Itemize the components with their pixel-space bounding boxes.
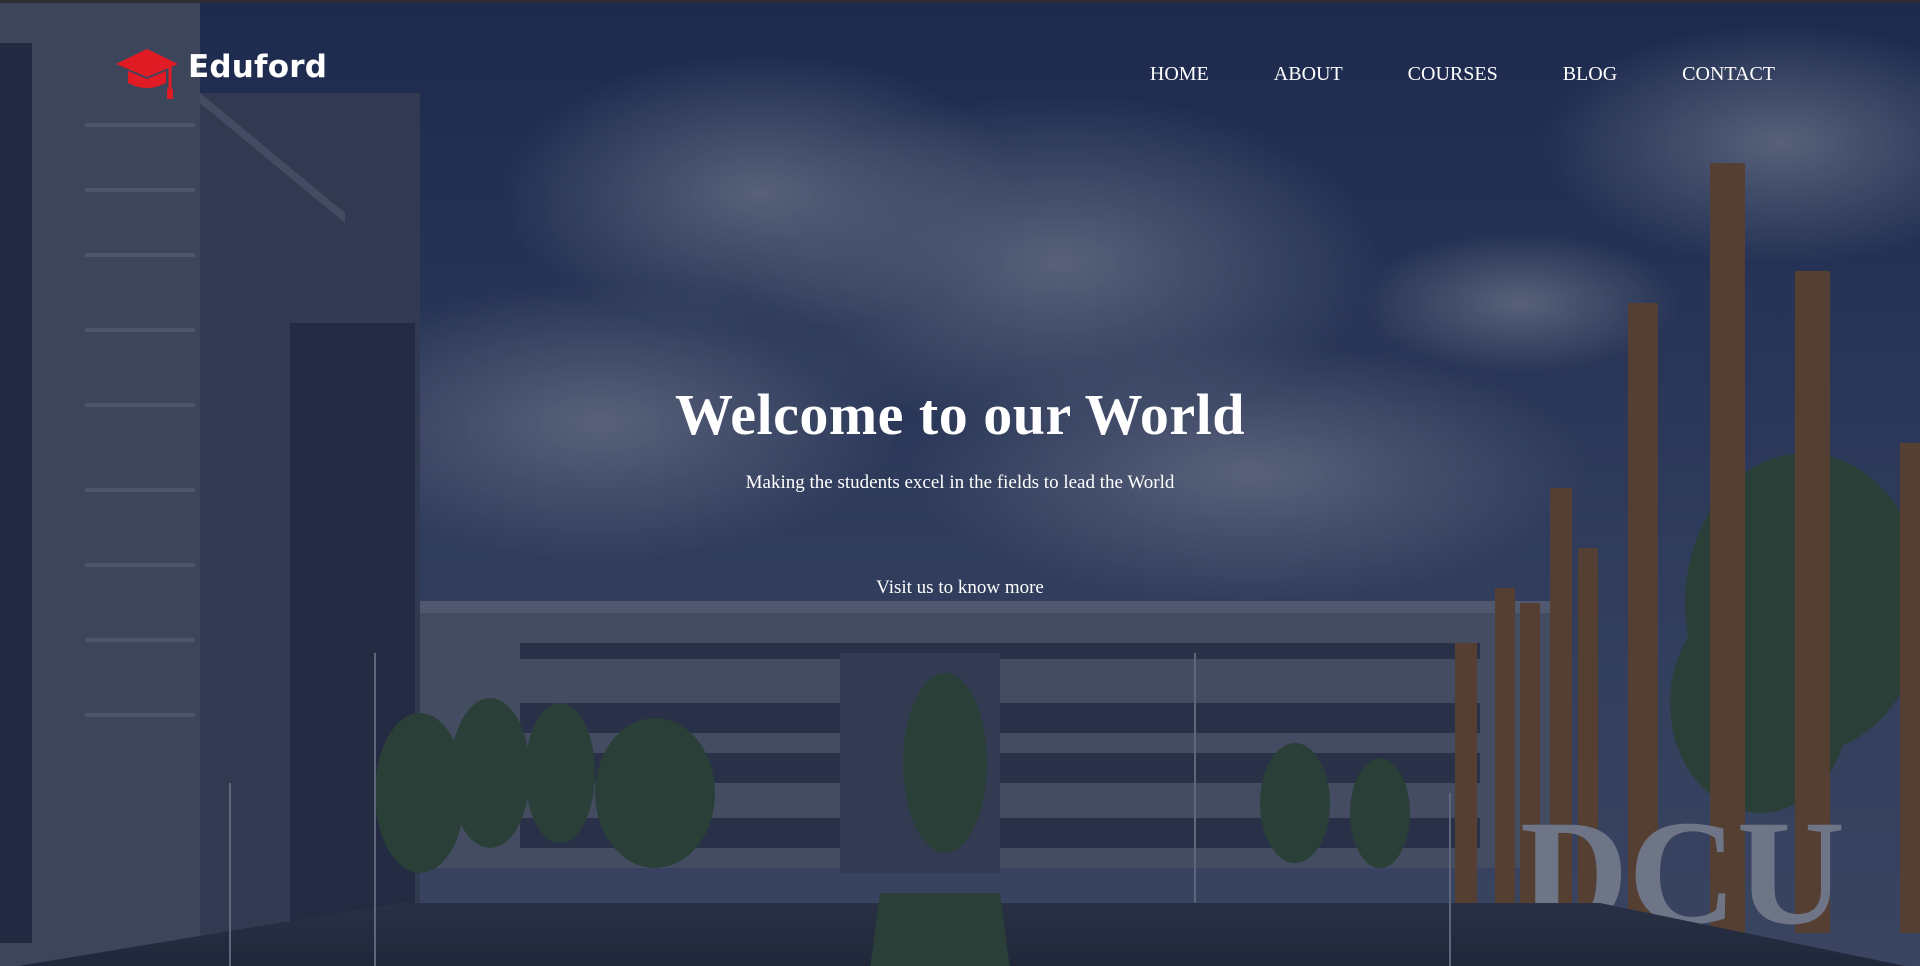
nav-courses[interactable]: COURSES (1408, 63, 1498, 86)
hero-subtitle: Making the students excel in the fields … (745, 472, 1175, 493)
nav-about[interactable]: ABOUT (1274, 63, 1343, 86)
page: DCU Eduford HOME ABOUT COURSES BLOG CONT… (0, 0, 1920, 966)
visit-us-button[interactable]: Visit us to know more (866, 573, 1054, 603)
site-header: Eduford HOME ABOUT COURSES BLOG CONTACT (0, 3, 1920, 143)
graduation-cap-icon (114, 47, 180, 103)
main-nav: HOME ABOUT COURSES BLOG CONTACT (1085, 63, 1775, 86)
nav-home[interactable]: HOME (1150, 63, 1209, 86)
nav-blog[interactable]: BLOG (1563, 63, 1617, 86)
hero-title: Welcome to our World (674, 382, 1246, 447)
brand-name: Eduford (188, 49, 328, 85)
brand-logo-link[interactable]: Eduford (114, 47, 327, 103)
hero-content: Welcome to our World Making the students… (0, 381, 1920, 603)
nav-contact[interactable]: CONTACT (1682, 63, 1775, 86)
